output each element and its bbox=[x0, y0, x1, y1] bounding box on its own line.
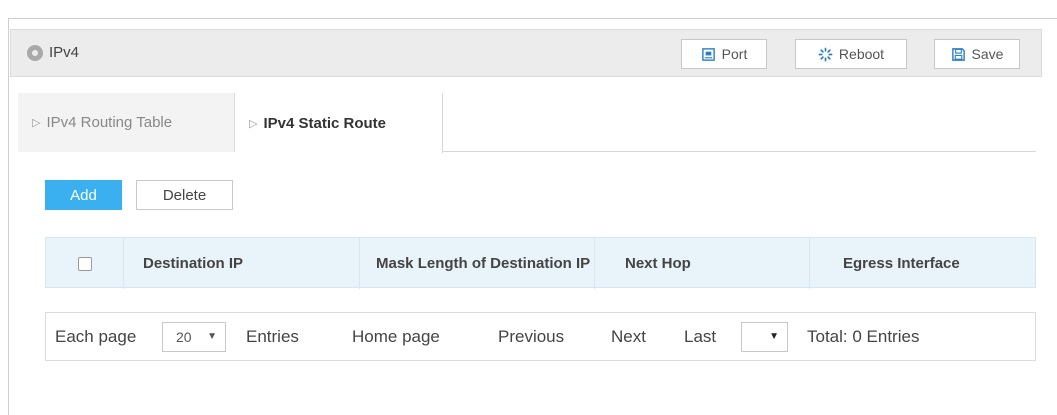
previous-page-link[interactable]: Previous bbox=[498, 327, 564, 347]
delete-button[interactable]: Delete bbox=[136, 180, 233, 210]
next-page-link[interactable]: Next bbox=[611, 327, 646, 347]
column-header-next-hop[interactable]: Next Hop bbox=[595, 238, 810, 289]
home-page-link[interactable]: Home page bbox=[352, 327, 440, 347]
add-button[interactable]: Add bbox=[45, 180, 122, 210]
last-page-link[interactable]: Last bbox=[684, 327, 716, 347]
port-icon bbox=[701, 47, 715, 61]
column-header-destination-ip[interactable]: Destination IP bbox=[124, 238, 360, 289]
dropdown-caret-icon: ▼ bbox=[207, 331, 217, 342]
panel-titlebar: IPv4 Port Reboot Save bbox=[10, 29, 1042, 77]
spinner-icon bbox=[818, 47, 833, 61]
circle-dot-icon bbox=[27, 45, 43, 61]
tab-label: IPv4 Static Route bbox=[263, 114, 387, 132]
save-button[interactable]: Save bbox=[934, 39, 1020, 69]
chevron-right-icon: ▷ bbox=[249, 117, 258, 130]
table-header: Destination IP Mask Length of Destinatio… bbox=[45, 237, 1036, 289]
pagination-bar: Each page 20 ▼ Entries Home page Previou… bbox=[45, 312, 1036, 361]
entries-label: Entries bbox=[246, 327, 299, 346]
floppy-disk-icon bbox=[951, 47, 965, 61]
tab-ipv4-routing-table[interactable]: ▷ IPv4 Routing Table bbox=[18, 93, 235, 152]
page-size-value: 20 bbox=[176, 329, 192, 345]
page-jump-select[interactable]: ▼ bbox=[741, 322, 788, 352]
select-all-cell bbox=[46, 238, 124, 289]
reboot-button-label: Reboot bbox=[838, 46, 885, 62]
save-button-label: Save bbox=[971, 46, 1004, 62]
port-button[interactable]: Port bbox=[681, 39, 767, 69]
dropdown-caret-icon: ▼ bbox=[769, 331, 779, 342]
tab-label: IPv4 Routing Table bbox=[46, 114, 173, 131]
page-size-select[interactable]: 20 ▼ bbox=[162, 322, 226, 352]
chevron-right-icon: ▷ bbox=[32, 117, 41, 129]
tab-ipv4-static-route[interactable]: ▷ IPv4 Static Route bbox=[235, 93, 443, 153]
port-button-label: Port bbox=[721, 46, 748, 62]
column-header-egress-interface[interactable]: Egress Interface bbox=[810, 238, 1036, 289]
each-page-label: Each page bbox=[55, 327, 137, 346]
tab-bar: ▷ IPv4 Routing Table ▷ IPv4 Static Route bbox=[18, 93, 1036, 153]
reboot-button[interactable]: Reboot bbox=[795, 39, 907, 69]
select-all-checkbox[interactable] bbox=[77, 256, 92, 271]
column-header-mask-length[interactable]: Mask Length of Destination IP bbox=[360, 238, 595, 289]
page-title: IPv4 bbox=[49, 44, 80, 61]
total-entries-label: Total: 0 Entries bbox=[807, 327, 920, 346]
